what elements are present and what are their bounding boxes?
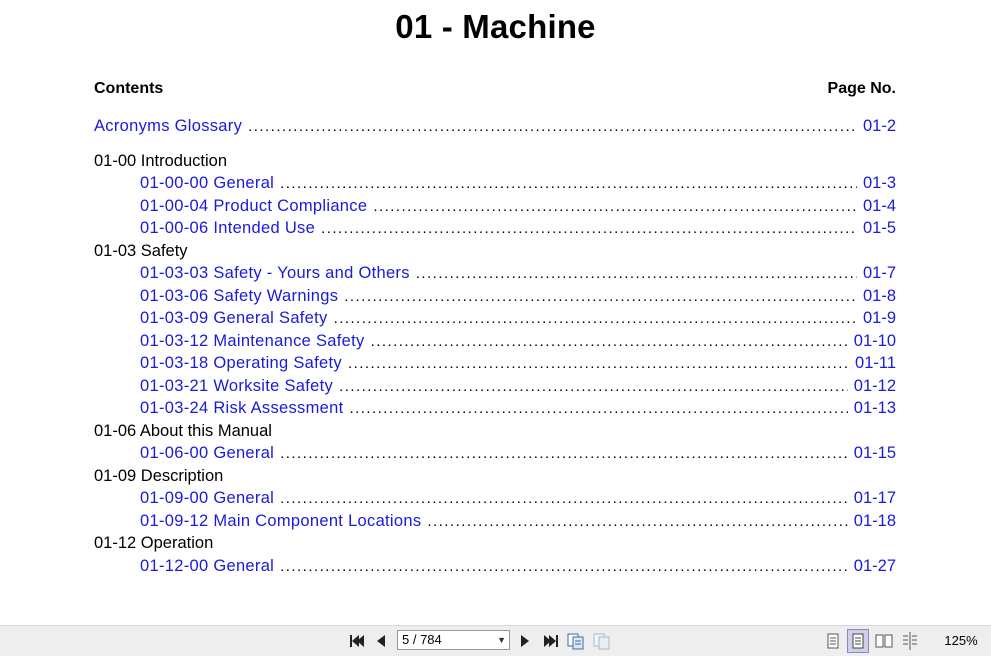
toc-entry-page-number: 01-11 bbox=[855, 354, 896, 372]
toc-entry-page-number: 01-8 bbox=[862, 286, 896, 305]
toc-entry-page-number: 01-7 bbox=[862, 264, 896, 282]
toc-entry-link[interactable]: 01-00-06 Intended Use 01-5 bbox=[94, 217, 896, 240]
toc-entry-label: 01-09-12 Main Component Locations bbox=[140, 511, 422, 530]
dot-leader bbox=[373, 196, 857, 219]
last-page-icon[interactable] bbox=[540, 626, 562, 656]
toc-entry-link[interactable]: 01-09-00 General 01-17 bbox=[94, 487, 896, 510]
toc-entry-page-number: 01-4 bbox=[862, 196, 896, 215]
toc-entry-page-number: 01-17 bbox=[853, 489, 896, 507]
toc-entry-link[interactable]: 01-00-04 Product Compliance 01-4 bbox=[94, 195, 896, 218]
toc-section-heading: 01-00 Introduction bbox=[94, 151, 228, 170]
dot-leader bbox=[280, 488, 848, 511]
toc-entry-label: 01-00-04 Product Compliance bbox=[140, 196, 368, 215]
toc-entry-link[interactable]: 01-03-12 Maintenance Safety 01-10 bbox=[94, 330, 896, 353]
toc-entry-link[interactable]: 01-06-00 General 01-15 bbox=[94, 442, 896, 465]
toc-entry-link[interactable]: 01-03-18 Operating Safety 01-11 bbox=[94, 352, 896, 375]
zoom-level[interactable]: 125% bbox=[938, 626, 984, 656]
toc-section-heading: 01-09 Description bbox=[94, 466, 224, 485]
copy-page-icon[interactable] bbox=[566, 626, 586, 656]
single-page-view-icon[interactable] bbox=[824, 626, 842, 656]
toc-entry-link[interactable]: 01-03-21 Worksite Safety 01-12 bbox=[94, 375, 896, 398]
dot-leader bbox=[371, 331, 848, 354]
dot-leader bbox=[339, 376, 848, 399]
dot-leader bbox=[416, 263, 857, 286]
page-number-header: Page No. bbox=[827, 80, 896, 97]
toc-entry-label: 01-00-06 Intended Use bbox=[140, 219, 316, 237]
toc-entry-link[interactable]: 01-03-06 Safety Warnings 01-8 bbox=[94, 285, 896, 308]
toc-entry-page-number: 01-27 bbox=[853, 556, 896, 575]
toc-entry-link[interactable]: 01-00-00 General 01-3 bbox=[94, 172, 896, 195]
dot-leader bbox=[348, 353, 849, 376]
toc-entry-label: 01-03-12 Maintenance Safety bbox=[140, 331, 365, 350]
toc-entry-page-number: 01-10 bbox=[853, 331, 896, 350]
dot-leader bbox=[334, 308, 857, 331]
toc-entry-label: 01-03-06 Safety Warnings bbox=[140, 286, 339, 305]
toc-entry-link[interactable]: 01-12-00 General 01-27 bbox=[94, 555, 896, 578]
toc-entry-link[interactable]: 01-03-03 Safety - Yours and Others 01-7 bbox=[94, 262, 896, 285]
page-number-select[interactable]: 5 / 784 ▼ bbox=[397, 630, 510, 650]
dot-leader bbox=[427, 511, 847, 534]
toc-entry-link[interactable]: Acronyms Glossary 01-2 bbox=[94, 115, 896, 138]
toc-section-heading: 01-03 Safety bbox=[94, 241, 188, 260]
toc-entry-label: 01-00-00 General bbox=[140, 174, 275, 192]
viewer-toolbar: 5 / 784 ▼ 125% bbox=[0, 625, 991, 656]
toc-entry-page-number: 01-5 bbox=[862, 219, 896, 237]
toc-entry-label: 01-12-00 General bbox=[140, 556, 275, 575]
toc-entry-label: Acronyms Glossary bbox=[94, 117, 243, 135]
dot-leader bbox=[349, 398, 847, 421]
toc-entry-link[interactable]: 01-03-09 General Safety 01-9 bbox=[94, 307, 896, 330]
copy-disabled-icon[interactable] bbox=[592, 626, 612, 656]
toc-entry-label: 01-06-00 General bbox=[140, 444, 275, 462]
dot-leader bbox=[280, 173, 857, 196]
page-indicator: 5 / 784 bbox=[402, 632, 442, 647]
continuous-view-icon[interactable] bbox=[847, 629, 869, 653]
toc-entry-label: 01-03-03 Safety - Yours and Others bbox=[140, 264, 410, 282]
first-page-icon[interactable] bbox=[346, 626, 368, 656]
dot-leader bbox=[344, 286, 857, 309]
toc-entry-link[interactable]: 01-09-12 Main Component Locations 01-18 bbox=[94, 510, 896, 533]
toc-entry-page-number: 01-3 bbox=[862, 174, 896, 192]
table-of-contents: Acronyms Glossary 01-2 01-00 Introduction 0… bbox=[94, 115, 896, 577]
toc-entry-label: 01-03-24 Risk Assessment bbox=[140, 399, 344, 417]
page-title: 01 - Machine bbox=[395, 8, 596, 45]
toc-entry-label: 01-03-18 Operating Safety bbox=[140, 354, 342, 372]
toc-section-heading: 01-12 Operation bbox=[94, 534, 214, 552]
toc-entry-page-number: 01-13 bbox=[853, 399, 896, 417]
toc-entry-page-number: 01-18 bbox=[853, 511, 896, 530]
toc-entry-link[interactable]: 01-03-24 Risk Assessment 01-13 bbox=[94, 397, 896, 420]
toc-entry-page-number: 01-9 bbox=[862, 309, 896, 327]
document-page: 01 - Machine Contents Page No. Acronyms … bbox=[0, 0, 991, 625]
toc-entry-label: 01-09-00 General bbox=[140, 489, 275, 507]
previous-page-icon[interactable] bbox=[372, 626, 390, 656]
toc-entry-page-number: 01-15 bbox=[853, 444, 896, 462]
two-page-view-icon[interactable] bbox=[874, 626, 894, 656]
dot-leader bbox=[321, 218, 857, 241]
toc-entry-label: 01-03-21 Worksite Safety bbox=[140, 376, 334, 395]
toc-entry-page-number: 01-12 bbox=[853, 376, 896, 395]
dot-leader bbox=[248, 116, 857, 139]
next-page-icon[interactable] bbox=[516, 626, 534, 656]
toc-entry-page-number: 01-2 bbox=[862, 117, 896, 135]
two-page-continuous-view-icon[interactable] bbox=[900, 626, 920, 656]
toc-entry-label: 01-03-09 General Safety bbox=[140, 309, 328, 327]
dot-leader bbox=[280, 556, 848, 579]
toc-section-heading: 01-06 About this Manual bbox=[94, 421, 272, 440]
dot-leader bbox=[280, 443, 848, 466]
chevron-down-icon: ▼ bbox=[497, 635, 506, 645]
contents-header: Contents bbox=[94, 80, 164, 97]
